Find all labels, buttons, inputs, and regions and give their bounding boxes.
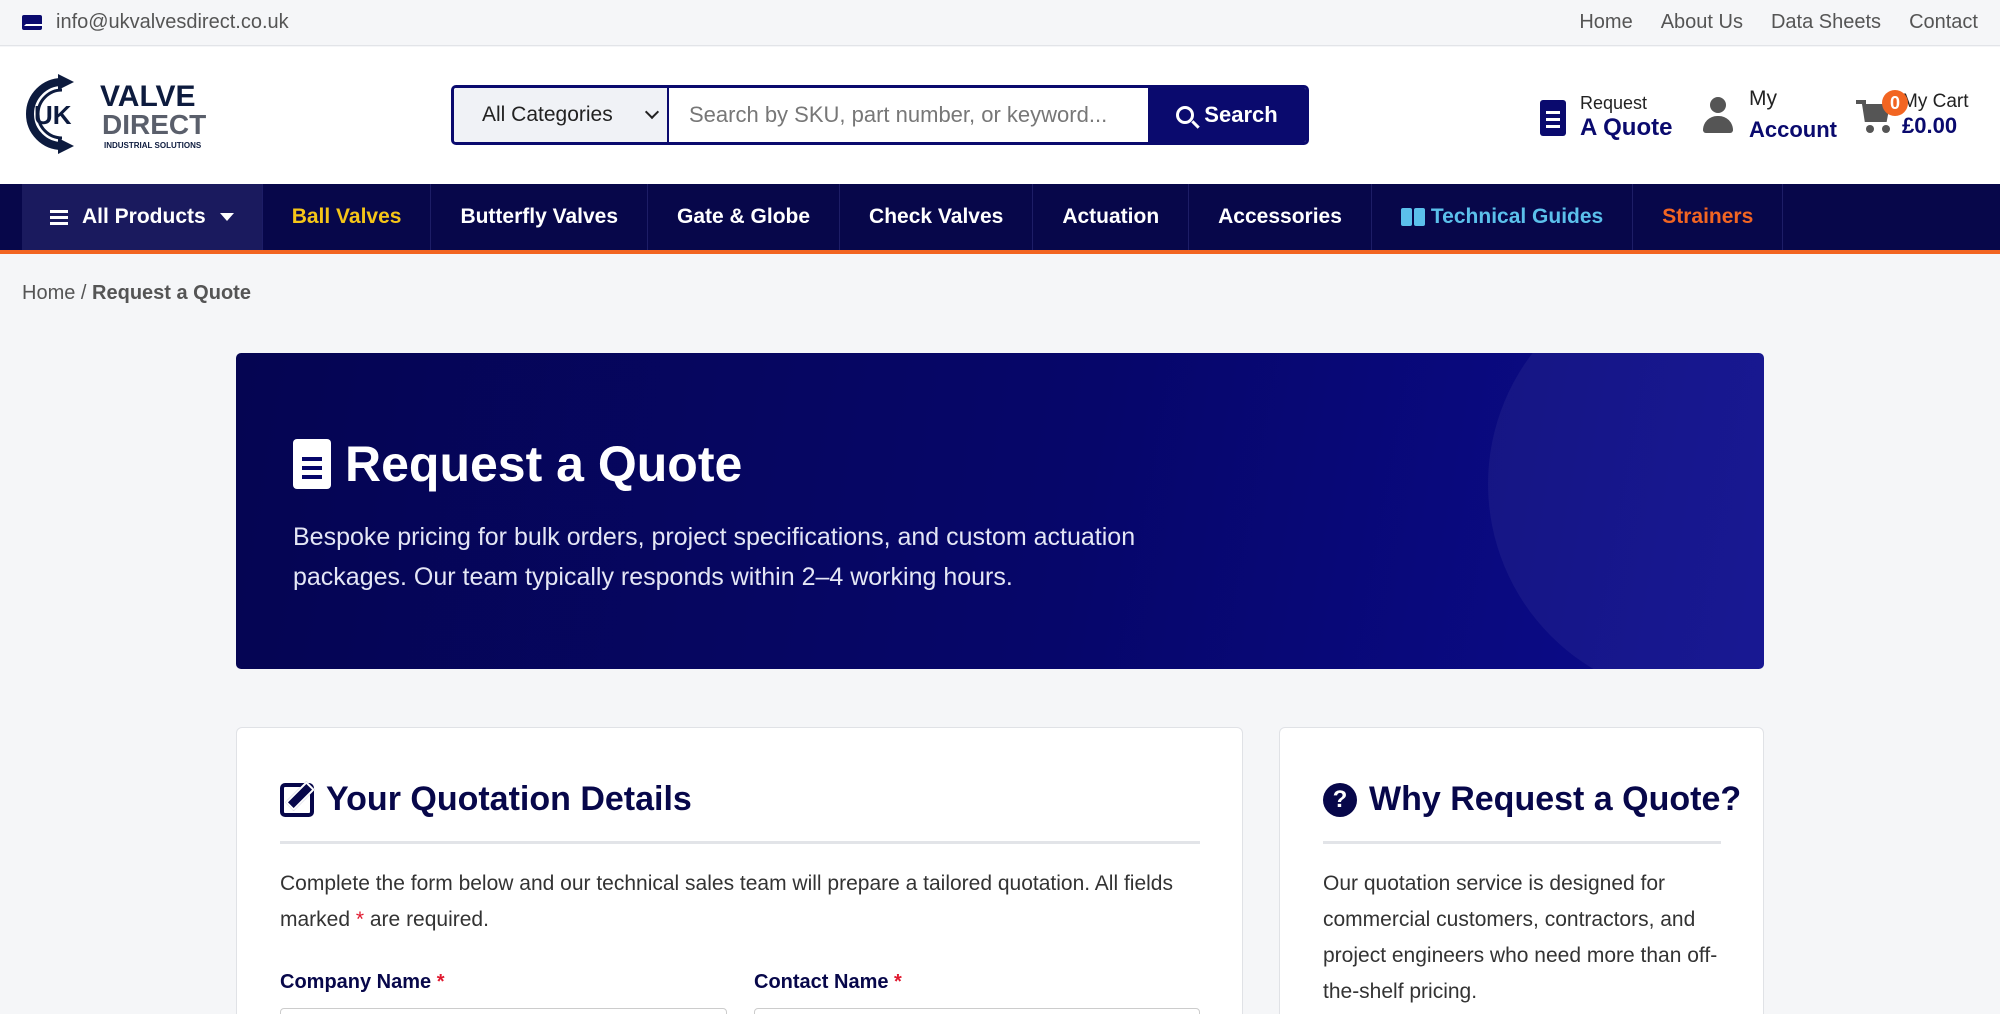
request-quote-big: A Quote <box>1580 114 1673 141</box>
hero-description: Bespoke pricing for bulk orders, project… <box>293 523 1136 591</box>
quotation-form-card: Your Quotation Details Complete the form… <box>236 727 1243 1014</box>
required-mark: * <box>355 908 365 931</box>
hero-title-text: Request a Quote <box>345 436 743 492</box>
divider <box>1323 841 1721 844</box>
nav-label: Technical Guides <box>1430 205 1604 228</box>
svg-text:INDUSTRIAL SOLUTIONS: INDUSTRIAL SOLUTIONS <box>104 141 202 150</box>
account-line1: My <box>1749 87 1777 110</box>
top-link-data-sheets[interactable]: Data Sheets <box>1771 11 1881 34</box>
site-logo[interactable]: UK VALVE DIRECT INDUSTRIAL SOLUTIONS <box>22 74 222 154</box>
file-document-icon <box>293 439 331 489</box>
logo-graphic: UK VALVE DIRECT INDUSTRIAL SOLUTIONS <box>26 74 206 154</box>
why-quote-title: ? Why Request a Quote? <box>1323 780 1741 819</box>
nav-label: Actuation <box>1062 205 1160 228</box>
top-links: Home About Us Data Sheets Contact <box>1579 11 1978 34</box>
category-select-value: All Categories <box>482 103 613 126</box>
breadcrumb-separator: / <box>75 282 93 304</box>
nav-technical-guides[interactable]: Technical Guides <box>1372 184 1634 250</box>
caret-down-icon <box>219 213 234 221</box>
label-text: Company Name <box>280 971 432 993</box>
top-email[interactable]: info@ukvalvesdirect.co.uk <box>22 11 289 34</box>
search-bar: All Categories Search by SKU, part numbe… <box>451 85 1309 145</box>
top-link-home[interactable]: Home <box>1579 11 1632 34</box>
nav-ball-valves[interactable]: Ball Valves <box>263 184 432 250</box>
top-bar: info@ukvalvesdirect.co.uk Home About Us … <box>0 0 2000 46</box>
cart-count-badge: 0 <box>1882 90 1908 116</box>
why-quote-text: Our quotation service is designed for co… <box>1323 872 1718 1003</box>
top-link-contact[interactable]: Contact <box>1909 11 1978 34</box>
file-document-icon <box>1540 99 1566 136</box>
nav-label: Butterfly Valves <box>460 205 619 228</box>
nav-strainers[interactable]: Strainers <box>1633 184 1784 250</box>
search-placeholder: Search by SKU, part number, or keyword..… <box>689 102 1108 127</box>
cart-label: My Cart <box>1902 91 1969 112</box>
nav-actuation[interactable]: Actuation <box>1033 184 1190 250</box>
nav-gate-globe[interactable]: Gate & Globe <box>648 184 841 250</box>
nav-all-products-label: All Products <box>82 205 206 228</box>
nav-label: Gate & Globe <box>677 205 811 228</box>
header-cart[interactable]: 0 My Cart £0.00 <box>1856 90 1969 139</box>
book-open-icon <box>1400 208 1425 226</box>
hero-title: Request a Quote <box>293 435 742 493</box>
edit-icon <box>280 782 314 817</box>
category-select[interactable]: All Categories <box>454 88 669 142</box>
top-link-about[interactable]: About Us <box>1661 11 1743 34</box>
divider <box>280 841 1200 844</box>
top-email-text[interactable]: info@ukvalvesdirect.co.uk <box>56 11 289 34</box>
question-circle-icon: ? <box>1323 782 1357 817</box>
contact-name-input[interactable] <box>754 1008 1200 1014</box>
company-name-label: Company Name * <box>280 971 445 994</box>
breadcrumb: Home / Request a Quote <box>22 282 251 305</box>
cart-total: £0.00 <box>1902 113 1958 138</box>
company-name-input[interactable] <box>280 1008 727 1014</box>
envelope-icon <box>22 15 44 30</box>
header-request-quote[interactable]: Request A Quote <box>1540 93 1672 142</box>
hero-banner: Request a Quote Bespoke pricing for bulk… <box>236 353 1764 669</box>
breadcrumb-current: Request a Quote <box>92 282 251 304</box>
why-quote-card: ? Why Request a Quote? Our quotation ser… <box>1279 727 1764 1014</box>
quotation-form-title-text: Your Quotation Details <box>326 780 692 818</box>
chevron-down-icon <box>644 104 660 120</box>
nav-all-products[interactable]: All Products <box>22 184 263 250</box>
why-quote-title-text: Why Request a Quote? <box>1369 780 1742 818</box>
nav-check-valves[interactable]: Check Valves <box>840 184 1034 250</box>
nav-label: Strainers <box>1662 205 1754 228</box>
hero-decor-circle <box>1488 353 1764 669</box>
required-mark: * <box>436 971 445 993</box>
contact-name-label: Contact Name * <box>754 971 902 994</box>
quotation-form-intro: Complete the form below and our technica… <box>280 866 1210 938</box>
svg-text:UK: UK <box>34 100 72 130</box>
intro-text-end: are required. <box>364 908 489 931</box>
required-mark: * <box>894 971 902 993</box>
breadcrumb-home[interactable]: Home <box>22 282 75 304</box>
user-icon <box>1703 97 1733 133</box>
header-my-account[interactable]: My Account <box>1703 87 1837 143</box>
main-nav: All Products Ball Valves Butterfly Valve… <box>0 184 2000 254</box>
request-quote-small: Request <box>1580 93 1648 113</box>
nav-label: Ball Valves <box>291 205 402 228</box>
search-button-label: Search <box>1204 102 1278 127</box>
search-icon <box>1176 106 1195 124</box>
quotation-form-title: Your Quotation Details <box>280 780 692 819</box>
nav-label: Check Valves <box>869 205 1004 228</box>
search-button[interactable]: Search <box>1148 88 1306 142</box>
label-text: Contact Name <box>754 971 889 993</box>
nav-accessories[interactable]: Accessories <box>1189 184 1372 250</box>
shopping-cart-icon: 0 <box>1856 90 1908 134</box>
site-header: UK VALVE DIRECT INDUSTRIAL SOLUTIONS All… <box>0 47 2000 184</box>
svg-text:DIRECT: DIRECT <box>102 109 206 140</box>
nav-butterfly-valves[interactable]: Butterfly Valves <box>431 184 649 250</box>
search-input[interactable]: Search by SKU, part number, or keyword..… <box>669 88 1148 142</box>
account-line2: Account <box>1749 117 1837 142</box>
menu-icon <box>50 215 68 219</box>
nav-label: Accessories <box>1218 205 1342 228</box>
